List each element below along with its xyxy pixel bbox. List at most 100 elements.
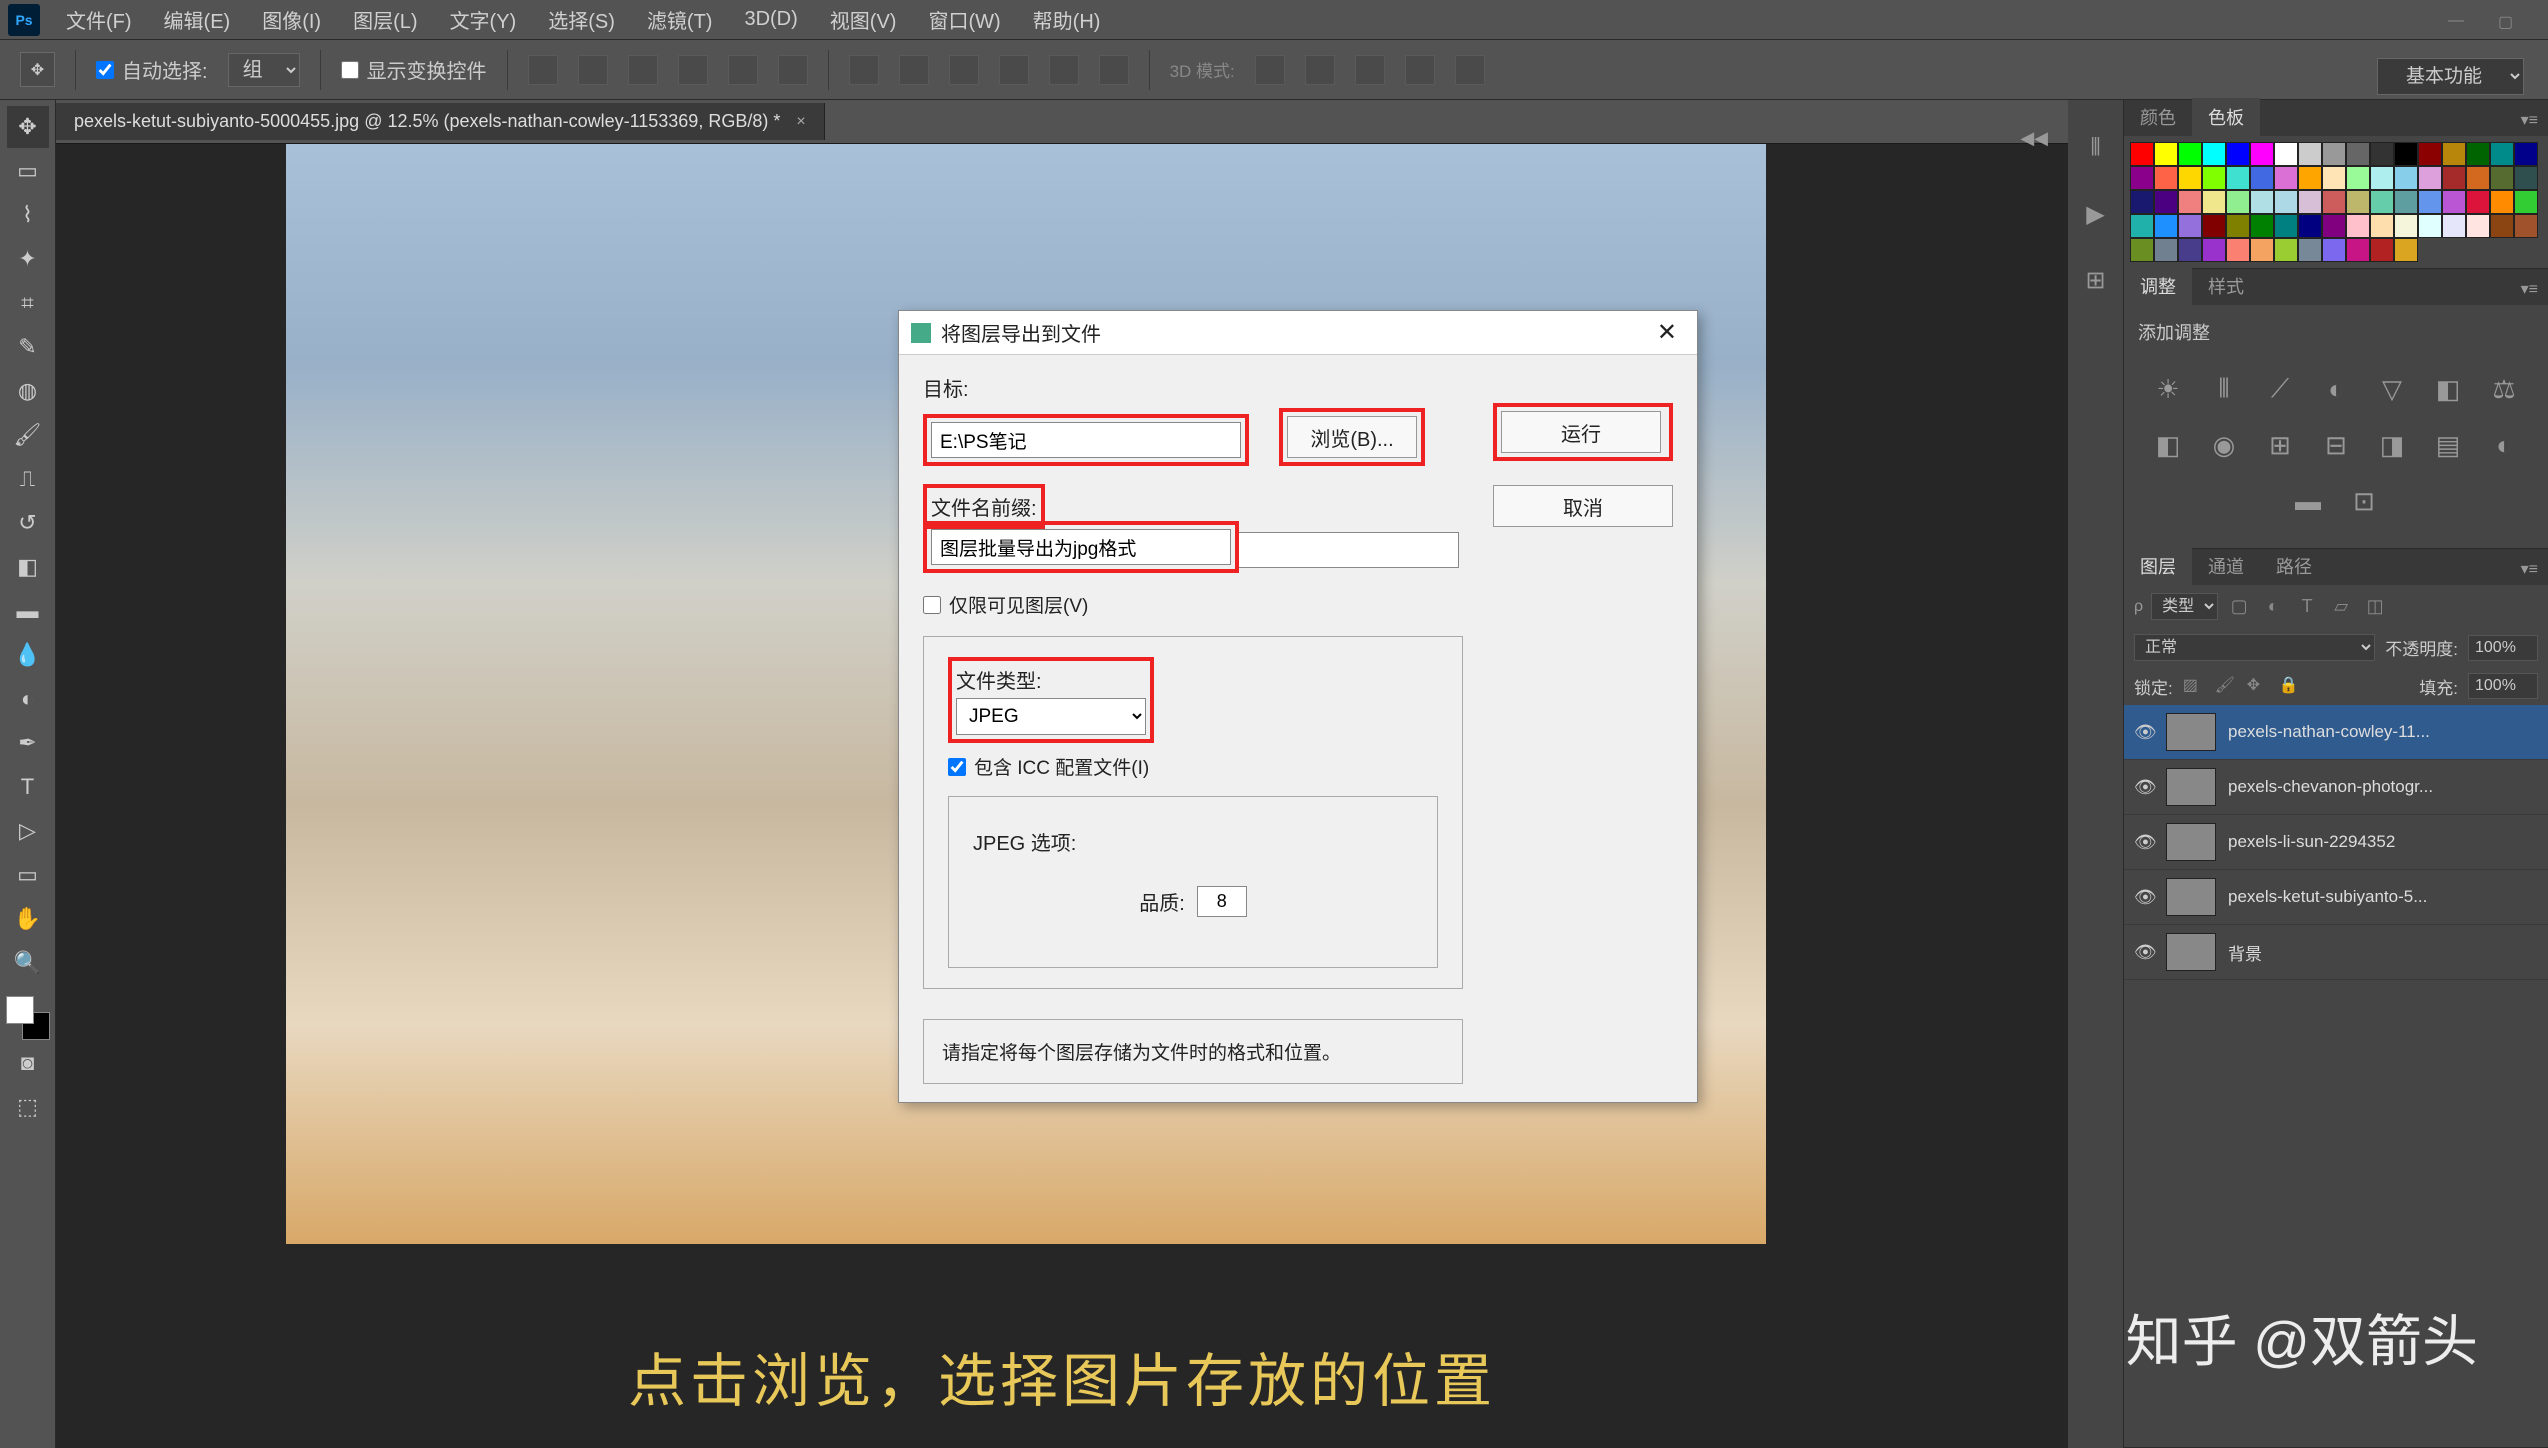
color-swatches[interactable] (6, 996, 50, 1040)
lock-all-icon[interactable]: 🔒 (2279, 675, 2301, 697)
visibility-icon[interactable]: 👁 (2134, 887, 2154, 908)
color-tab[interactable]: 颜色 (2124, 98, 2192, 136)
gradient-tool[interactable]: ▬ (7, 590, 49, 632)
menu-select[interactable]: 选择(S) (534, 1, 629, 38)
brush-tool[interactable]: 🖌 (7, 414, 49, 456)
layer-row[interactable]: 👁背景 (2124, 925, 2548, 980)
visibility-icon[interactable]: 👁 (2134, 722, 2154, 743)
visibility-icon[interactable]: 👁 (2134, 832, 2154, 853)
style-tab[interactable]: 样式 (2192, 267, 2260, 305)
navigator-icon[interactable]: ▶ (2078, 196, 2114, 232)
swatch[interactable] (2298, 214, 2322, 238)
layer-thumb[interactable] (2166, 823, 2216, 861)
swatch[interactable] (2298, 166, 2322, 190)
collapse-arrows-icon[interactable]: ◀◀ (2020, 128, 2048, 149)
filter-pixel-icon[interactable]: ▢ (2226, 594, 2252, 620)
swatch[interactable] (2466, 190, 2490, 214)
photo-filter-icon[interactable]: ◉ (2208, 429, 2240, 461)
layer-thumb[interactable] (2166, 878, 2216, 916)
swatch[interactable] (2178, 238, 2202, 262)
hand-tool[interactable]: ✋ (7, 898, 49, 940)
panel-menu-icon[interactable]: ▾≡ (2511, 273, 2548, 305)
maximize-icon[interactable]: ▢ (2498, 12, 2528, 32)
adjust-tab[interactable]: 调整 (2124, 267, 2192, 305)
swatch[interactable] (2178, 214, 2202, 238)
brightness-icon[interactable]: ☀ (2152, 373, 2184, 405)
swatch[interactable] (2226, 190, 2250, 214)
swatch[interactable] (2130, 190, 2154, 214)
menu-3d[interactable]: 3D(D) (730, 4, 811, 35)
info-icon[interactable]: ⊞ (2078, 262, 2114, 298)
swatch[interactable] (2466, 142, 2490, 166)
swatch[interactable] (2394, 238, 2418, 262)
move-tool-icon[interactable]: ✥ (20, 52, 55, 87)
swatch[interactable] (2490, 166, 2514, 190)
swatch[interactable] (2370, 190, 2394, 214)
blend-mode[interactable]: 正常 (2134, 634, 2375, 661)
swatch[interactable] (2130, 214, 2154, 238)
swatch[interactable] (2226, 166, 2250, 190)
swatch[interactable] (2394, 166, 2418, 190)
swatch[interactable] (2274, 166, 2298, 190)
swatch[interactable] (2226, 214, 2250, 238)
filter-smart-icon[interactable]: ◫ (2362, 594, 2388, 620)
eraser-tool[interactable]: ◧ (7, 546, 49, 588)
paths-tab[interactable]: 路径 (2260, 547, 2328, 585)
swatch[interactable] (2418, 214, 2442, 238)
fill-input[interactable] (2468, 673, 2538, 699)
include-icc-check[interactable]: 包含 ICC 配置文件(I) (948, 753, 1438, 780)
exposure-icon[interactable]: ◐ (2320, 373, 2352, 405)
levels-icon[interactable]: ⫴ (2208, 373, 2240, 405)
swatch[interactable] (2514, 166, 2538, 190)
close-tab-icon[interactable]: × (796, 113, 805, 131)
swatch[interactable] (2370, 214, 2394, 238)
document-tab[interactable]: pexels-ketut-subiyanto-5000455.jpg @ 12.… (56, 103, 825, 140)
swatch[interactable] (2202, 142, 2226, 166)
swatch[interactable] (2322, 190, 2346, 214)
channels-tab[interactable]: 通道 (2192, 547, 2260, 585)
swatch[interactable] (2250, 142, 2274, 166)
visibility-icon[interactable]: 👁 (2134, 942, 2154, 963)
file-type-select[interactable]: JPEG (956, 698, 1146, 735)
filter-kind[interactable]: 类型 (2151, 593, 2218, 620)
swatch[interactable] (2418, 190, 2442, 214)
panel-menu-icon[interactable]: ▾≡ (2511, 553, 2548, 585)
dialog-titlebar[interactable]: 将图层导出到文件 ✕ (899, 311, 1697, 355)
filter-adjust-icon[interactable]: ◐ (2260, 594, 2286, 620)
swatch[interactable] (2490, 214, 2514, 238)
shape-tool[interactable]: ▭ (7, 854, 49, 896)
menu-window[interactable]: 窗口(W) (914, 1, 1014, 38)
visible-only-check[interactable]: 仅限可见图层(V) (923, 591, 1463, 618)
eyedropper-tool[interactable]: ✎ (7, 326, 49, 368)
menu-help[interactable]: 帮助(H) (1019, 1, 1115, 38)
swatch[interactable] (2298, 238, 2322, 262)
lock-trans-icon[interactable]: ▨ (2183, 675, 2205, 697)
swatch[interactable] (2346, 238, 2370, 262)
opacity-input[interactable] (2468, 635, 2538, 661)
swatch[interactable] (2226, 238, 2250, 262)
swatch[interactable] (2346, 190, 2370, 214)
layer-thumb[interactable] (2166, 933, 2216, 971)
swatch[interactable] (2370, 238, 2394, 262)
swatch[interactable] (2274, 142, 2298, 166)
invert-icon[interactable]: ◨ (2376, 429, 2408, 461)
swatch[interactable] (2226, 142, 2250, 166)
swatch[interactable] (2514, 190, 2538, 214)
swatch[interactable] (2202, 238, 2226, 262)
layer-row[interactable]: 👁pexels-li-sun-2294352 (2124, 815, 2548, 870)
vibrance-icon[interactable]: ▽ (2376, 373, 2408, 405)
menu-filter[interactable]: 滤镜(T) (633, 1, 727, 38)
swatch[interactable] (2298, 142, 2322, 166)
swatch[interactable] (2202, 214, 2226, 238)
swatch[interactable] (2130, 142, 2154, 166)
swatch[interactable] (2394, 214, 2418, 238)
swatch[interactable] (2322, 142, 2346, 166)
swatch[interactable] (2202, 190, 2226, 214)
quickmask-tool[interactable]: ◙ (7, 1042, 49, 1084)
threshold-icon[interactable]: ◐ (2488, 429, 2520, 461)
type-tool[interactable]: T (7, 766, 49, 808)
layer-thumb[interactable] (2166, 768, 2216, 806)
swatch[interactable] (2418, 166, 2442, 190)
swatch[interactable] (2322, 166, 2346, 190)
menu-image[interactable]: 图像(I) (248, 1, 335, 38)
